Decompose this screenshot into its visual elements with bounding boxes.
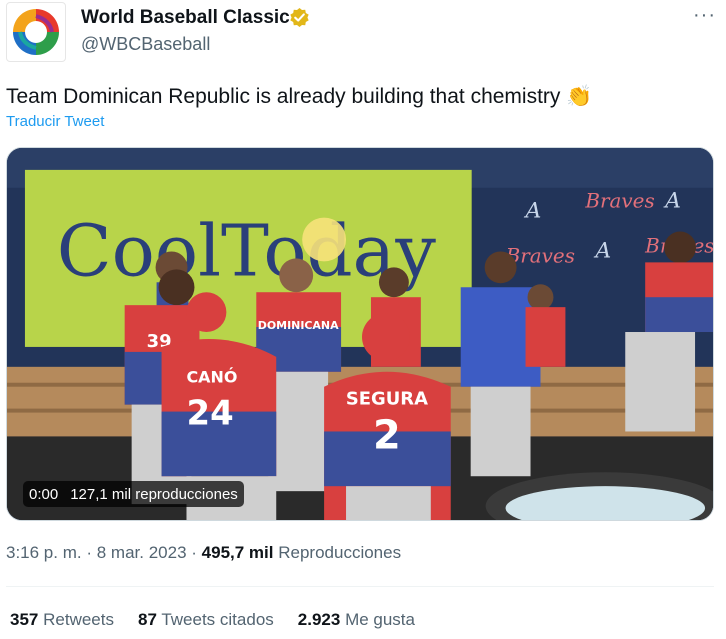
- svg-text:DOMINICANA: DOMINICANA: [258, 319, 339, 332]
- retweets-label: Retweets: [43, 610, 114, 629]
- svg-text:A: A: [663, 189, 681, 214]
- svg-text:CANÓ: CANÓ: [186, 368, 237, 387]
- divider: [6, 586, 714, 587]
- svg-text:A: A: [593, 238, 611, 263]
- video-frame: CoolToday A Braves A Braves A Braves DOM…: [7, 148, 713, 520]
- video-views: 127,1 mil reproducciones: [70, 485, 238, 503]
- tweet-header: World Baseball Classic @WBCBaseball ···: [6, 0, 720, 64]
- tweet-text-body: Team Dominican Republic is already build…: [6, 85, 561, 108]
- wbc-logo-icon: [13, 9, 59, 55]
- tweet-date[interactable]: 8 mar. 2023: [97, 543, 187, 562]
- retweets-count: 357: [10, 610, 39, 629]
- likes-stat[interactable]: 2.923 Me gusta: [298, 610, 415, 630]
- quotes-count: 87: [137, 610, 157, 629]
- views-label: Reproducciones: [278, 543, 402, 562]
- avatar[interactable]: [6, 2, 66, 62]
- views-count: 495,7 mil: [201, 543, 274, 562]
- meta-separator: ·: [191, 543, 197, 562]
- account-name[interactable]: World Baseball Classic: [81, 7, 290, 29]
- svg-text:2: 2: [373, 412, 401, 458]
- translate-tweet-link[interactable]: Traducir Tweet: [6, 113, 104, 130]
- verified-badge-icon: [290, 7, 309, 28]
- clapping-hands-emoji: 👏: [566, 85, 593, 108]
- retweets-stat[interactable]: 357 Retweets: [10, 610, 114, 630]
- account-handle[interactable]: @WBCBaseball: [81, 34, 210, 55]
- likes-count: 2.923: [297, 610, 341, 629]
- video-status-pill: 0:00 127,1 mil reproducciones: [23, 481, 244, 507]
- video-time: 0:00: [29, 485, 59, 503]
- tweet-stats: 357 Retweets 87 Tweets citados 2.923 Me …: [10, 610, 439, 630]
- svg-text:SEGURA: SEGURA: [346, 389, 428, 410]
- likes-label: Me gusta: [345, 610, 415, 629]
- tweet-text: Team Dominican Republic is already build…: [6, 84, 592, 110]
- svg-text:Braves: Braves: [584, 190, 654, 213]
- svg-text:24: 24: [186, 394, 233, 433]
- quotes-stat[interactable]: 87 Tweets citados: [138, 610, 274, 630]
- tweet-time[interactable]: 3:16 p. m.: [6, 543, 82, 562]
- video-player[interactable]: CoolToday A Braves A Braves A Braves DOM…: [6, 147, 714, 521]
- svg-text:A: A: [524, 199, 542, 224]
- tweet-meta: 3:16 p. m. · 8 mar. 2023 · 495,7 mil Rep…: [6, 543, 401, 563]
- meta-separator: ·: [86, 543, 93, 562]
- more-options-icon[interactable]: ···: [693, 4, 716, 27]
- quotes-label: Tweets citados: [161, 610, 274, 629]
